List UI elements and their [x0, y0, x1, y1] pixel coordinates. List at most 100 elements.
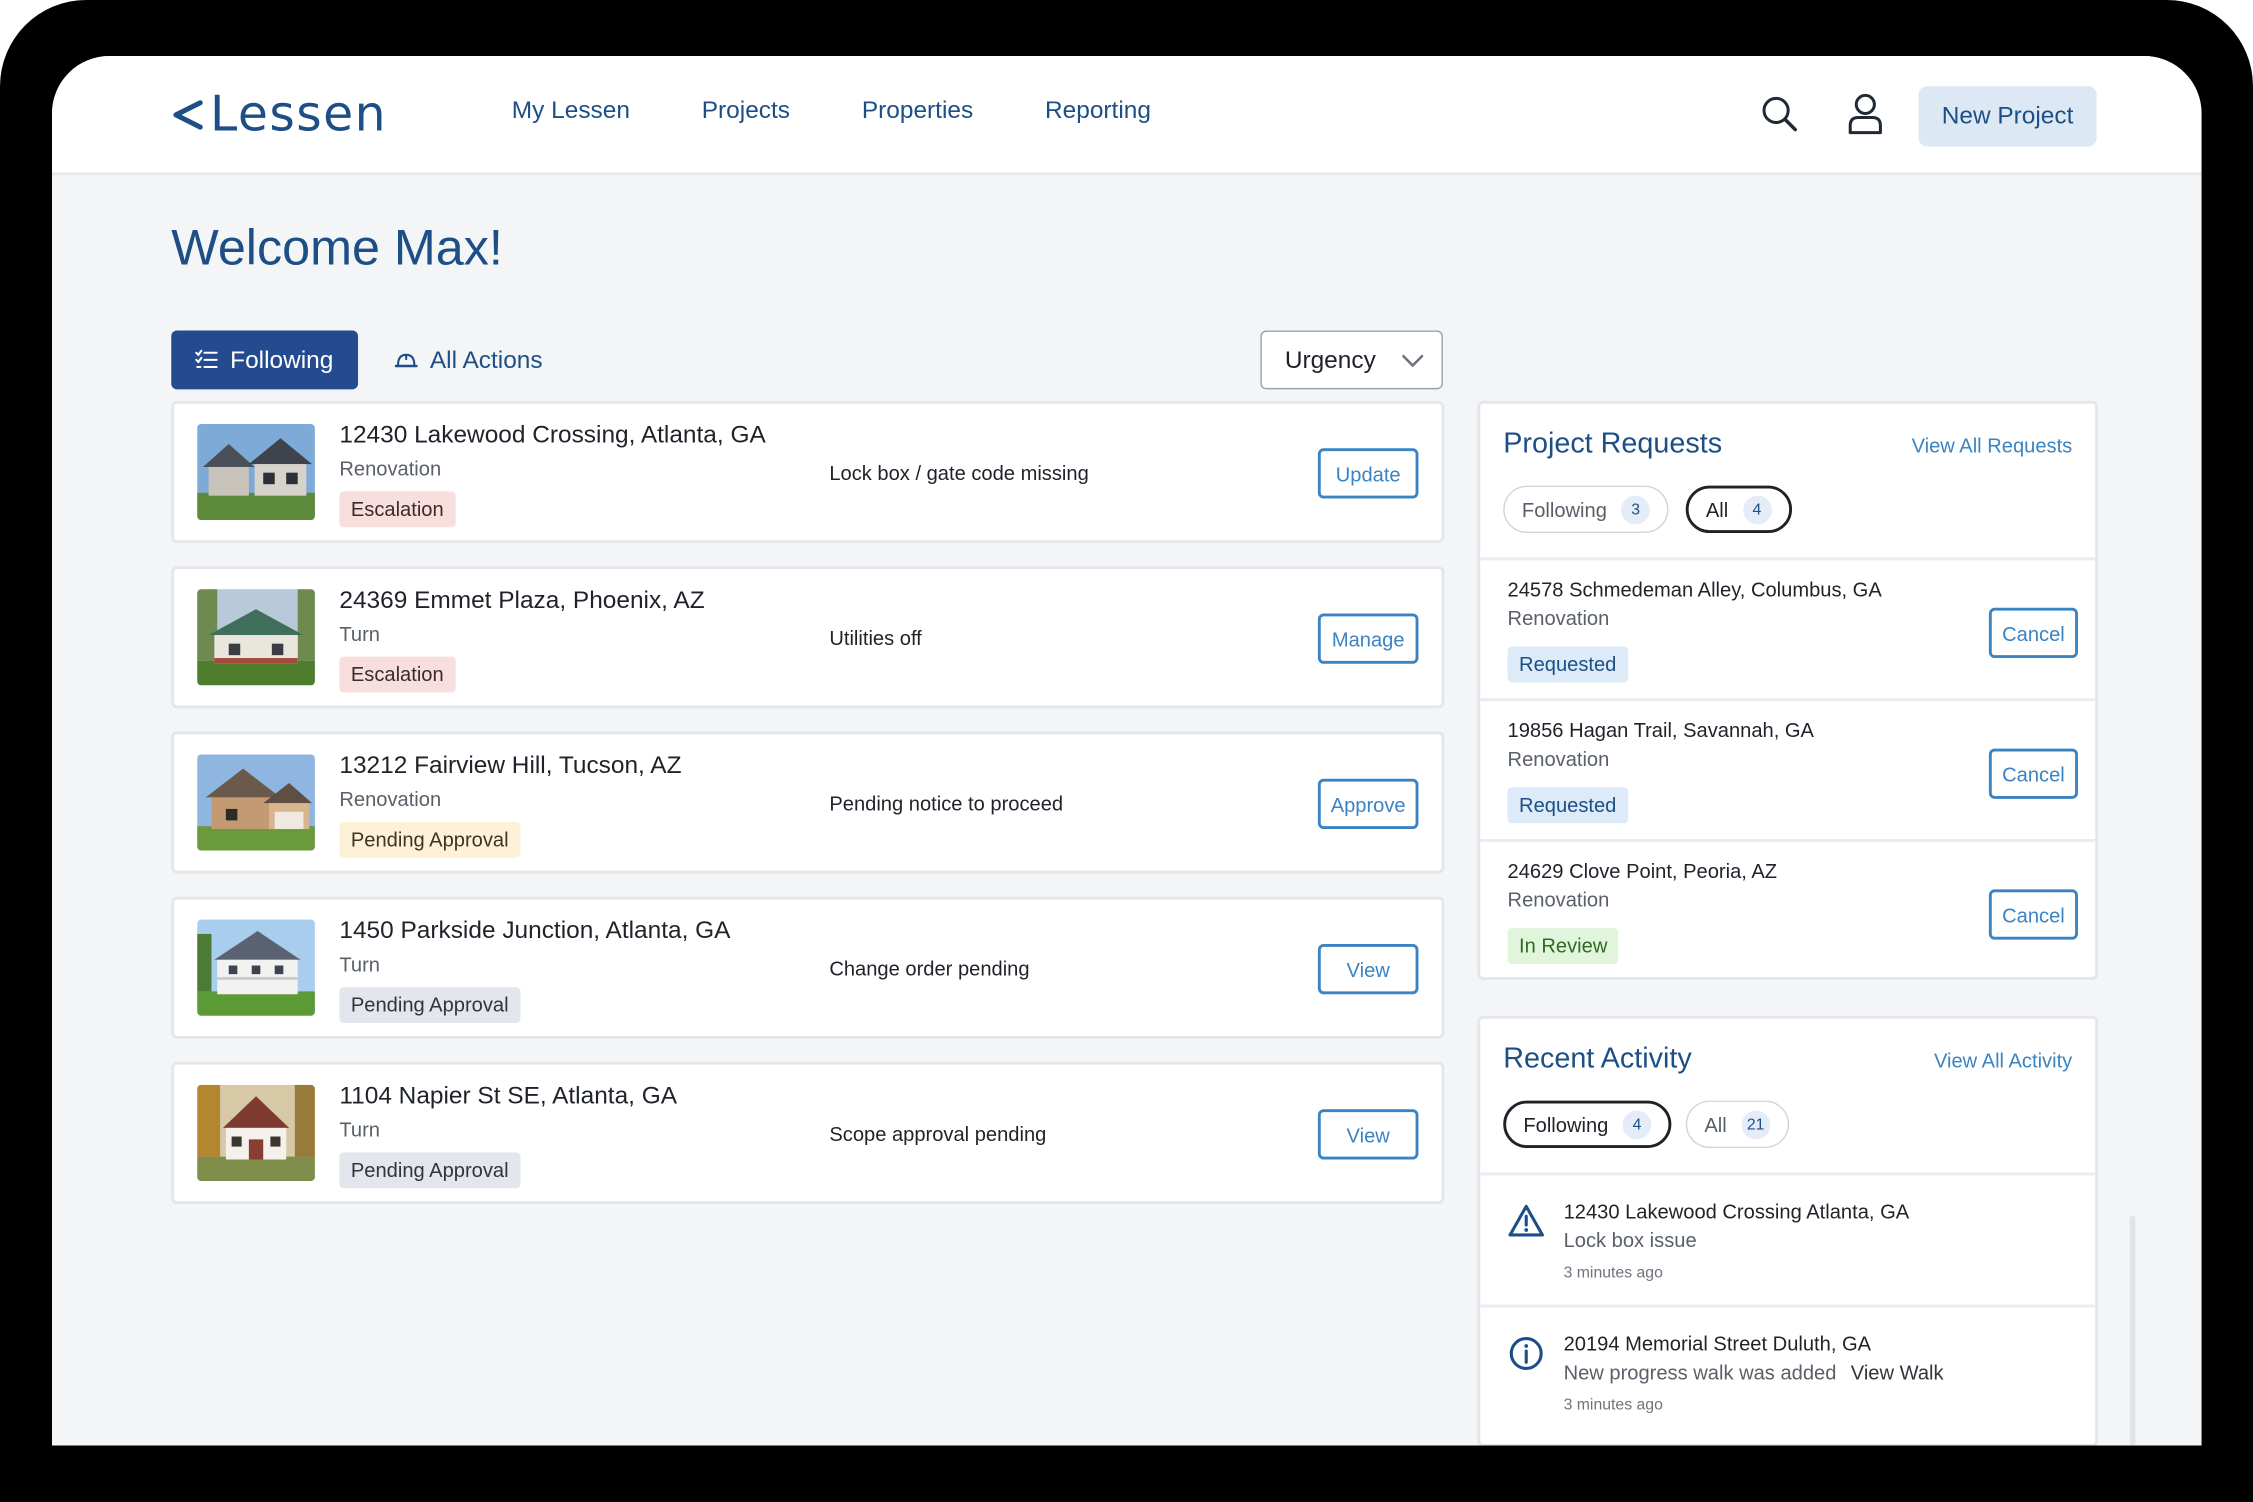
nav-link-projects[interactable]: Projects: [701, 96, 789, 125]
chevron-down-icon: [1401, 354, 1424, 368]
count-badge: 21: [1740, 1109, 1770, 1139]
pill-label: All: [1705, 497, 1728, 521]
cancel-button[interactable]: Cancel: [1988, 607, 2078, 659]
top-navigation: Lessen My Lessen Projects Properties Rep…: [51, 56, 2202, 176]
project-address: 1450 Parkside Junction, Atlanta, GA: [339, 916, 731, 945]
request-item: 24578 Schmedeman Alley, Columbus, GA Ren…: [1479, 557, 2095, 698]
project-type: Renovation: [339, 787, 441, 811]
request-address: 19856 Hagan Trail, Savannah, GA: [1507, 718, 1814, 742]
pill-label: All: [1704, 1112, 1727, 1136]
manage-button[interactable]: Manage: [1317, 613, 1419, 664]
project-issue: Pending notice to proceed: [829, 791, 1063, 815]
project-address: 1104 Napier St SE, Atlanta, GA: [339, 1081, 677, 1110]
hard-hat-icon: [394, 353, 418, 368]
status-badge: Pending Approval: [339, 987, 520, 1024]
project-issue: Change order pending: [829, 956, 1030, 980]
view-walk-link[interactable]: View Walk: [1850, 1361, 1943, 1384]
activity-item[interactable]: 12430 Lakewood Crossing Atlanta, GA Lock…: [1479, 1172, 2095, 1304]
warning-icon: [1508, 1204, 1544, 1237]
status-badge: Pending Approval: [339, 821, 520, 858]
search-icon[interactable]: [1759, 93, 1799, 133]
all-actions-tab-label: All Actions: [429, 345, 543, 373]
logo-text: Lessen: [209, 86, 387, 144]
nav-link-my-lessen[interactable]: My Lessen: [512, 96, 630, 125]
app-screen: Lessen My Lessen Projects Properties Rep…: [51, 56, 2202, 1446]
request-item: 19856 Hagan Trail, Savannah, GA Renovati…: [1479, 698, 2095, 839]
nav-link-properties[interactable]: Properties: [862, 96, 973, 125]
project-type: Renovation: [339, 456, 441, 480]
project-type: Turn: [339, 952, 380, 976]
activity-scrollbar[interactable]: [2129, 1215, 2136, 1446]
lessen-logo[interactable]: Lessen: [170, 82, 387, 148]
requests-all-pill[interactable]: All 4: [1685, 485, 1792, 534]
requests-following-pill[interactable]: Following 3: [1502, 485, 1669, 534]
project-type: Turn: [339, 1117, 380, 1141]
activity-following-pill[interactable]: Following 4: [1502, 1100, 1672, 1149]
request-type: Renovation: [1507, 747, 1610, 771]
count-badge: 4: [1622, 1109, 1652, 1139]
pill-label: Following: [1521, 497, 1607, 521]
view-all-requests-link[interactable]: View All Requests: [1911, 434, 2072, 457]
project-card[interactable]: 24369 Emmet Plaza, Phoenix, AZ Turn Esca…: [170, 566, 1445, 709]
new-project-button[interactable]: New Project: [1918, 86, 2097, 147]
view-all-activity-link[interactable]: View All Activity: [1934, 1049, 2072, 1072]
project-issue: Utilities off: [829, 626, 922, 650]
user-profile-icon[interactable]: [1845, 92, 1885, 135]
view-button[interactable]: View: [1317, 1109, 1419, 1160]
chevron-left-icon: [173, 100, 203, 130]
activity-all-pill[interactable]: All 21: [1685, 1100, 1789, 1149]
panel-title: Project Requests: [1502, 428, 1722, 460]
panel-title: Recent Activity: [1502, 1043, 1692, 1075]
count-badge: 3: [1620, 494, 1650, 524]
project-card[interactable]: 1104 Napier St SE, Atlanta, GA Turn Pend…: [170, 1061, 1445, 1205]
checklist-icon: [194, 349, 218, 369]
update-button[interactable]: Update: [1317, 448, 1419, 499]
pill-label: Following: [1523, 1112, 1609, 1136]
activity-description: Lock box issue: [1563, 1228, 1697, 1252]
status-badge: In Review: [1507, 928, 1619, 965]
project-issue: Scope approval pending: [829, 1122, 1047, 1146]
status-badge: Escalation: [339, 656, 455, 693]
request-item: 24629 Clove Point, Peoria, AZ Renovation…: [1479, 839, 2095, 977]
count-badge: 4: [1742, 494, 1772, 524]
info-icon: [1509, 1337, 1543, 1371]
all-actions-tab[interactable]: All Actions: [371, 330, 566, 389]
activity-address: 12430 Lakewood Crossing Atlanta, GA: [1563, 1199, 1909, 1223]
page-title: Welcome Max!: [170, 219, 503, 276]
status-badge: Requested: [1507, 646, 1628, 683]
status-badge: Requested: [1507, 787, 1628, 824]
cancel-button[interactable]: Cancel: [1988, 748, 2078, 799]
sort-dropdown[interactable]: Urgency: [1260, 330, 1443, 390]
request-type: Renovation: [1507, 887, 1610, 911]
request-address: 24578 Schmedeman Alley, Columbus, GA: [1507, 577, 1882, 601]
property-photo: [196, 1084, 315, 1182]
following-tab[interactable]: Following: [170, 330, 358, 390]
project-type: Turn: [339, 622, 380, 646]
cancel-button[interactable]: Cancel: [1988, 889, 2078, 940]
project-card[interactable]: 12430 Lakewood Crossing, Atlanta, GA Ren…: [170, 400, 1445, 544]
project-issue: Lock box / gate code missing: [829, 461, 1089, 485]
project-address: 13212 Fairview Hill, Tucson, AZ: [339, 751, 682, 779]
property-photo: [196, 919, 315, 1016]
sort-dropdown-value: Urgency: [1284, 345, 1376, 373]
recent-activity-panel: Recent Activity View All Activity Follow…: [1477, 1015, 2098, 1446]
property-photo: [196, 423, 315, 521]
activity-address: 20194 Memorial Street Duluth, GA: [1563, 1331, 1871, 1355]
nav-links: My Lessen Projects Properties Reporting: [512, 96, 1151, 125]
project-address: 24369 Emmet Plaza, Phoenix, AZ: [339, 586, 705, 614]
property-photo: [196, 589, 315, 686]
approve-button[interactable]: Approve: [1317, 778, 1419, 830]
activity-timestamp: 3 minutes ago: [1563, 1264, 1663, 1282]
status-badge: Escalation: [339, 491, 455, 528]
activity-description-text: New progress walk was added: [1563, 1360, 1837, 1384]
request-type: Renovation: [1507, 606, 1610, 630]
view-button[interactable]: View: [1317, 944, 1419, 995]
project-card[interactable]: 13212 Fairview Hill, Tucson, AZ Renovati…: [170, 731, 1445, 874]
property-photo: [196, 754, 315, 851]
status-badge: Pending Approval: [339, 1152, 520, 1189]
project-card[interactable]: 1450 Parkside Junction, Atlanta, GA Turn…: [170, 896, 1445, 1039]
activity-description: New progress walk was added View Walk: [1563, 1361, 1943, 1384]
activity-item[interactable]: 20194 Memorial Street Duluth, GA New pro…: [1479, 1304, 2095, 1444]
nav-link-reporting[interactable]: Reporting: [1045, 96, 1151, 125]
request-address: 24629 Clove Point, Peoria, AZ: [1507, 859, 1777, 883]
